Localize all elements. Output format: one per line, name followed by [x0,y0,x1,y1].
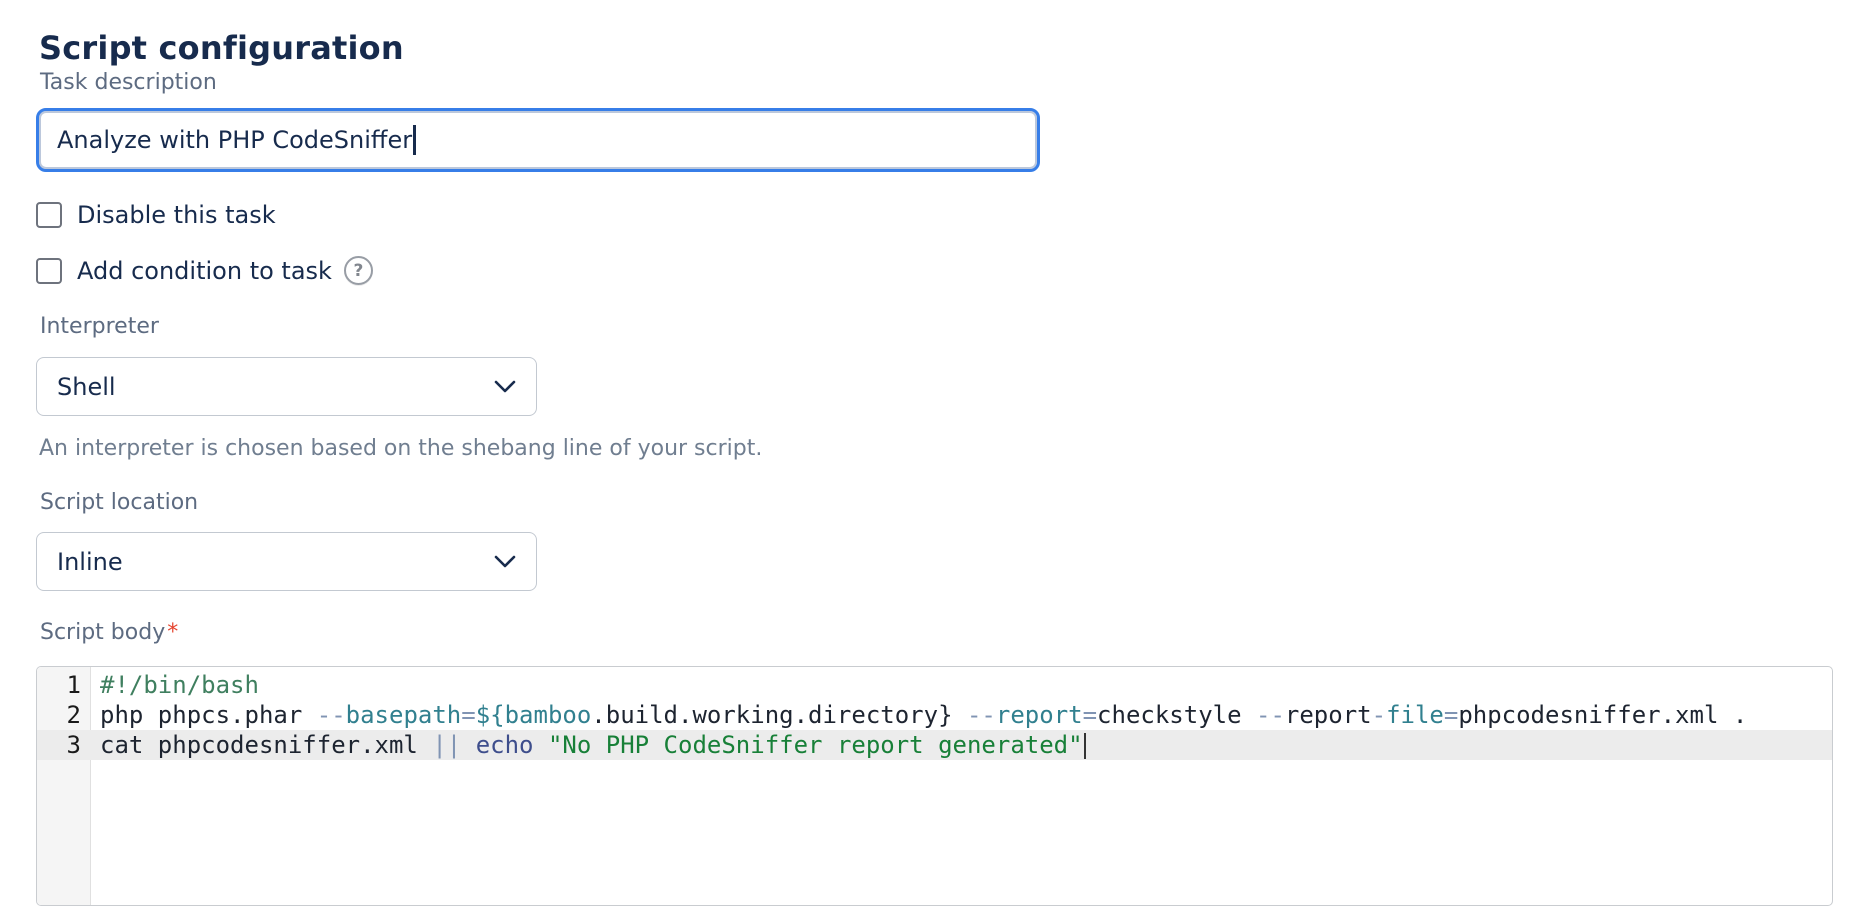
code-line[interactable]: 3cat phpcodesniffer.xml || echo "No PHP … [37,730,1832,760]
script-body-editor[interactable]: 1#!/bin/bash2php phpcs.phar --basepath=$… [36,666,1833,906]
line-number: 3 [37,730,91,760]
code-text-cursor [1084,733,1087,759]
code-token: report [1285,701,1372,729]
script-body-label-text: Script body [40,620,165,645]
code-text: php phpcs.phar --basepath=${bamboo.build… [91,700,1747,730]
code-token: = [1444,701,1458,729]
code-text: #!/bin/bash [91,670,259,700]
script-location-label: Script location [40,490,198,515]
question-mark-icon[interactable]: ? [344,256,373,285]
add-condition-label[interactable]: Add condition to task [77,257,332,285]
chevron-down-icon [494,380,516,394]
required-asterisk: * [167,620,178,645]
interpreter-label: Interpreter [40,314,159,339]
line-number: 2 [37,700,91,730]
page-title: Script configuration [39,29,404,67]
code-token: -- [317,701,346,729]
add-condition-row: Add condition to task ? [36,256,373,285]
code-token: checkstyle [1097,701,1256,729]
disable-task-row: Disable this task [36,201,276,229]
line-number: 1 [37,670,91,700]
code-line[interactable]: 2php phpcs.phar --basepath=${bamboo.buil… [37,700,1832,730]
code-token: phpcodesniffer.xml . [1458,701,1747,729]
code-token: echo [476,731,548,759]
disable-task-label[interactable]: Disable this task [77,201,276,229]
task-description-label: Task description [40,70,217,95]
add-condition-checkbox[interactable] [36,258,62,284]
code-token: php phpcs.phar [100,701,317,729]
script-body-label: Script body* [40,620,178,645]
code-token: -- [967,701,996,729]
chevron-down-icon [494,555,516,569]
code-token: report [996,701,1083,729]
code-token: = [461,701,475,729]
code-line[interactable]: 1 #!/bin/bash [37,670,1832,700]
code-token: "No PHP CodeSniffer report generated" [548,731,1083,759]
code-token: = [1083,701,1097,729]
interpreter-selected-value: Shell [57,373,116,401]
code-token: file [1386,701,1444,729]
code-token: || [432,731,475,759]
code-token: cat phpcodesniffer.xml [100,731,432,759]
code-lines: 1#!/bin/bash2php phpcs.phar --basepath=$… [37,667,1832,760]
code-token: - [1372,701,1386,729]
interpreter-helper-text: An interpreter is chosen based on the sh… [39,436,762,461]
code-token: ${bamboo [476,701,592,729]
interpreter-select[interactable]: Shell [36,357,537,416]
code-text: cat phpcodesniffer.xml || echo "No PHP C… [91,730,1086,760]
script-location-select[interactable]: Inline [36,532,537,591]
task-description-value: Analyze with PHP CodeSniffer [57,126,412,154]
code-token: .build.working.directory} [591,701,967,729]
script-location-selected-value: Inline [57,548,123,576]
code-token: basepath [346,701,462,729]
disable-task-checkbox[interactable] [36,202,62,228]
code-token: -- [1256,701,1285,729]
text-cursor [413,125,416,155]
code-token: #!/bin/bash [100,671,259,699]
task-description-input[interactable]: Analyze with PHP CodeSniffer [36,108,1040,172]
